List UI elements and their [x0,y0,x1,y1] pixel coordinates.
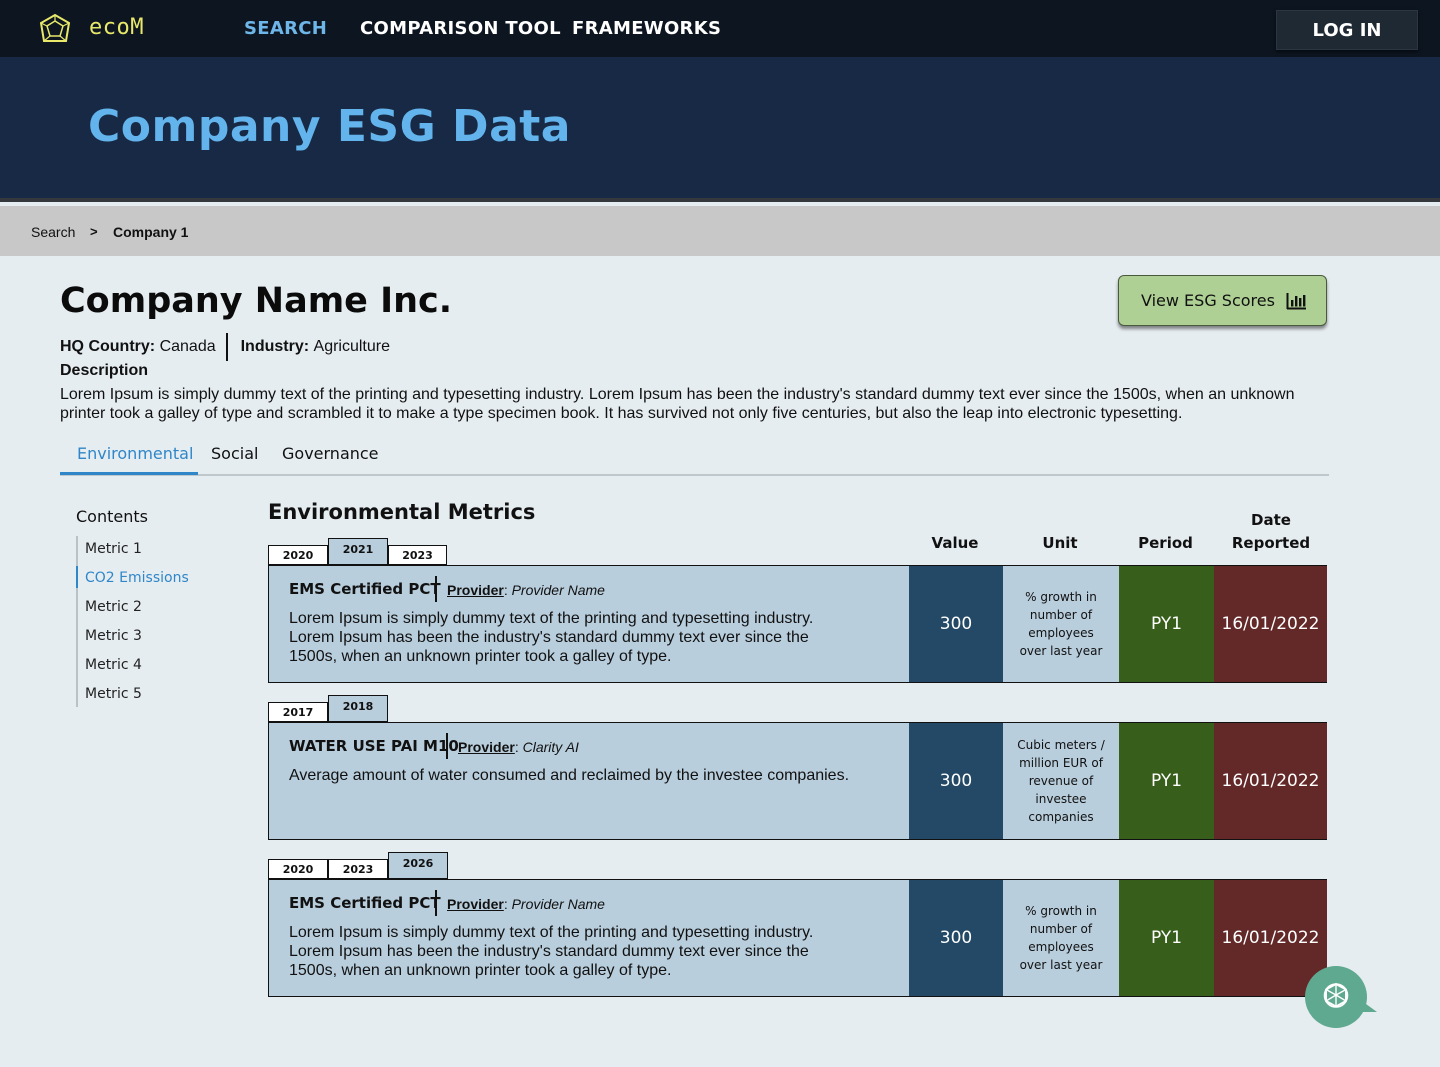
hq-value: Canada [159,338,216,355]
meta-divider [225,333,228,361]
nav-link-frameworks[interactable]: FRAMEWORKS [572,18,721,39]
metric-card-body: EMS Certified PCT Provider: Provider Nam… [269,566,909,682]
metric-description: Lorem Ipsum is simply dummy text of the … [289,610,814,665]
year-tab-active[interactable]: 2018 [328,695,388,722]
provider-name: Clarity AI [522,739,579,755]
nav-link-search[interactable]: SEARCH [244,18,327,39]
column-header-value: Value [931,534,979,552]
login-button[interactable]: LOG IN [1276,10,1418,50]
metric-value: 300 [909,566,1003,682]
provider-name: Provider Name [511,896,605,912]
hq-label: HQ Country: [60,338,156,355]
breadcrumb: Search > Company 1 [0,206,1440,256]
contents-active-marker [76,566,78,588]
page-title: Company ESG Data [88,101,571,152]
contents-item-metric-3[interactable]: Metric 3 [85,628,142,644]
metric-description: Lorem Ipsum is simply dummy text of the … [289,924,814,979]
tab-governance[interactable]: Governance [282,444,379,463]
column-header-period: Period [1138,534,1193,552]
year-tab[interactable]: 2017 [268,702,328,722]
year-tab-active[interactable]: 2026 [388,852,448,879]
metric-date-reported: 16/01/2022 [1214,723,1327,839]
description-text: Lorem Ipsum is simply dummy text of the … [60,386,1295,422]
nav-link-comparison-tool[interactable]: COMPARISON TOOL [360,18,561,39]
metric-period: PY1 [1119,566,1214,682]
year-tab[interactable]: 2023 [328,859,388,879]
logo-icon[interactable] [38,13,72,47]
year-tab-active[interactable]: 2021 [328,538,388,565]
provider-label: Provider [458,739,515,755]
tab-social[interactable]: Social [211,444,258,463]
bar-chart-icon [1286,293,1306,310]
industry-label: Industry: [240,338,310,355]
metric-period: PY1 [1119,723,1214,839]
provider-label: Provider [447,896,504,912]
metric-period: PY1 [1119,880,1214,996]
section-title: Environmental Metrics [268,500,536,524]
hero-banner: Company ESG Data [0,57,1440,202]
metric-card[interactable]: WATER USE PAI M10 Provider: Clarity AI A… [268,722,1327,840]
metric-name: EMS Certified PCT [289,580,441,598]
contents-item-metric-1[interactable]: Metric 1 [85,541,142,557]
contents-item-metric-5[interactable]: Metric 5 [85,686,142,702]
metric-unit: % growth in number of employees over las… [1003,566,1119,682]
column-header-date-reported: Date Reported [1231,511,1311,552]
year-tab[interactable]: 2023 [388,545,447,565]
breadcrumb-search-link[interactable]: Search [31,224,75,240]
breadcrumb-current: Company 1 [113,224,189,240]
category-tabs: Environmental Social Governance [60,440,1329,476]
metric-date-reported: 16/01/2022 [1214,566,1327,682]
contents-item-metric-4[interactable]: Metric 4 [85,657,142,673]
chatbot-icon [1323,983,1349,1008]
metric-provider: Provider: Provider Name [447,582,605,598]
view-esg-scores-button[interactable]: View ESG Scores [1118,275,1327,326]
chat-assistant-button[interactable] [1305,966,1367,1028]
metric-divider [435,576,437,602]
breadcrumb-separator: > [90,224,98,239]
metric-unit: Cubic meters / million EUR of revenue of… [1003,723,1119,839]
company-meta: HQ Country: Canada Industry: Agriculture [60,333,390,361]
provider-name: Provider Name [511,582,605,598]
contents-item-metric-2[interactable]: Metric 2 [85,599,142,615]
metric-value: 300 [909,723,1003,839]
tab-environmental[interactable]: Environmental [77,444,193,463]
company-name: Company Name Inc. [60,281,453,321]
metric-name: EMS Certified PCT [289,894,441,912]
metric-description: Average amount of water consumed and rec… [289,767,850,784]
metric-value: 300 [909,880,1003,996]
metric-unit: % growth in number of employees over las… [1003,880,1119,996]
active-tab-indicator [60,472,198,475]
contents-title: Contents [76,507,148,526]
metric-divider [435,890,437,916]
column-header-unit: Unit [1042,534,1078,552]
contents-item-co2-emissions[interactable]: CO2 Emissions [85,570,189,586]
metric-card-body: WATER USE PAI M10 Provider: Clarity AI A… [269,723,909,839]
top-navbar: ecoM SEARCH COMPARISON TOOL FRAMEWORKS L… [0,0,1440,57]
metric-card[interactable]: EMS Certified PCT Provider: Provider Nam… [268,879,1327,997]
metric-card-body: EMS Certified PCT Provider: Provider Nam… [269,880,909,996]
metric-divider [446,733,448,759]
year-tab[interactable]: 2020 [268,859,328,879]
metric-name: WATER USE PAI M10 [289,737,459,755]
industry-value: Agriculture [313,338,390,355]
metric-provider: Provider: Clarity AI [458,739,579,755]
logo-text[interactable]: ecoM [89,15,144,40]
metric-provider: Provider: Provider Name [447,896,605,912]
provider-label: Provider [447,582,504,598]
view-esg-scores-label: View ESG Scores [1141,291,1275,310]
description-title: Description [60,362,149,379]
year-tab[interactable]: 2020 [268,545,328,565]
contents-list: Metric 1 CO2 Emissions Metric 2 Metric 3… [76,536,216,707]
metric-card[interactable]: EMS Certified PCT Provider: Provider Nam… [268,565,1327,683]
